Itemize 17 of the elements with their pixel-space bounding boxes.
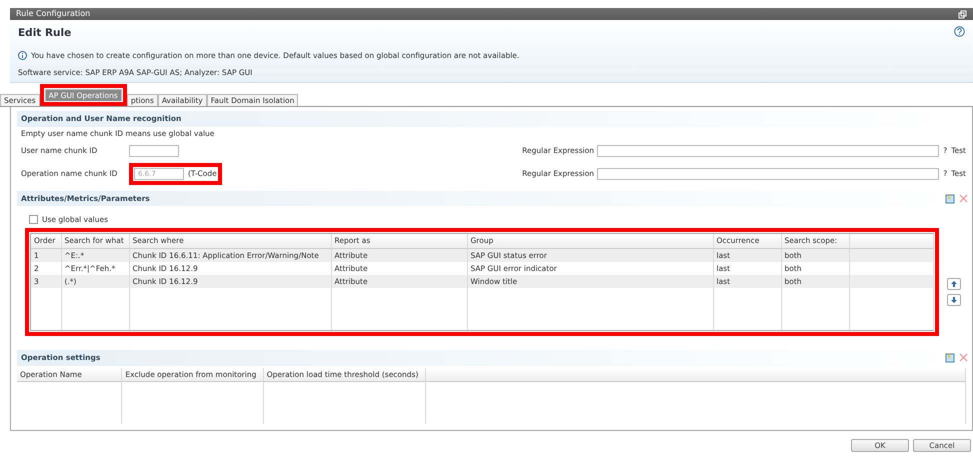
move-down-button[interactable] bbox=[947, 294, 961, 306]
down-arrow-icon bbox=[951, 297, 957, 304]
info-icon bbox=[18, 50, 27, 60]
checkbox[interactable] bbox=[29, 215, 38, 224]
chunk-id-field[interactable] bbox=[129, 144, 179, 157]
dialog-heading: Edit Rule bbox=[18, 26, 72, 41]
up-arrow-icon bbox=[951, 281, 957, 288]
regex-field[interactable] bbox=[597, 168, 940, 180]
help-icon[interactable] bbox=[954, 26, 965, 37]
delete-icon[interactable] bbox=[959, 353, 968, 362]
delete-icon[interactable] bbox=[959, 194, 968, 203]
window-title: Rule Configuration bbox=[16, 8, 90, 20]
regex-field[interactable] bbox=[597, 144, 940, 157]
restore-icon[interactable] bbox=[958, 10, 967, 18]
move-up-button[interactable] bbox=[947, 278, 961, 290]
add-icon[interactable] bbox=[944, 192, 955, 204]
add-icon[interactable] bbox=[944, 352, 955, 364]
